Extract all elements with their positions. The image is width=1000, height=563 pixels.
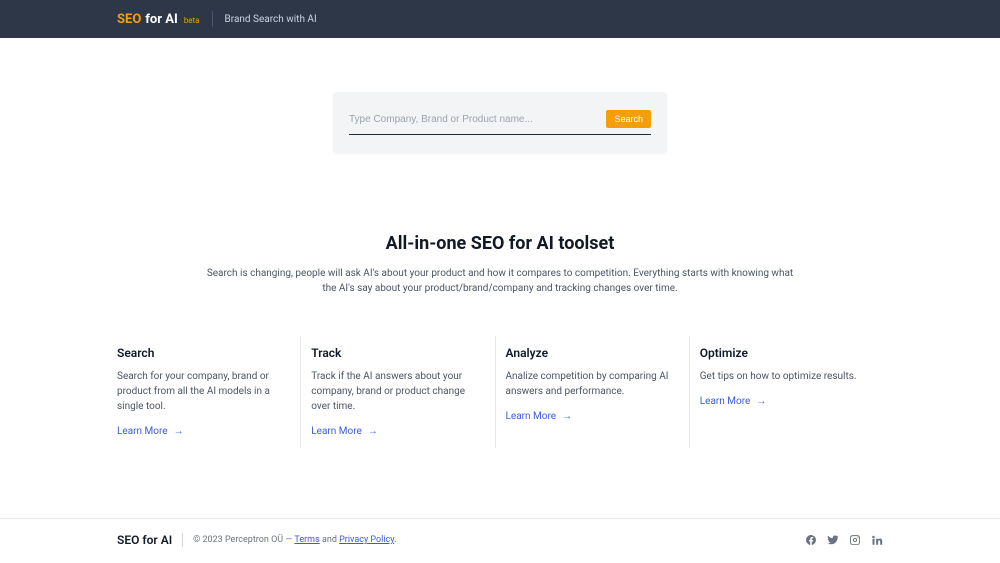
header-divider xyxy=(212,11,213,27)
terms-link[interactable]: Terms xyxy=(294,535,319,545)
feature-desc: Search for your company, brand or produc… xyxy=(117,369,282,414)
arrow-right-icon: → xyxy=(756,396,766,407)
feature-title: Optimize xyxy=(700,346,865,360)
feature-optimize: Optimize Get tips on how to optimize res… xyxy=(690,336,883,448)
search-input[interactable] xyxy=(349,114,598,125)
learn-more-link[interactable]: Learn More → xyxy=(506,411,573,422)
arrow-right-icon: → xyxy=(174,426,184,437)
feature-title: Search xyxy=(117,346,282,360)
feature-desc: Analize competition by comparing AI answ… xyxy=(506,369,671,399)
learn-more-link[interactable]: Learn More → xyxy=(700,396,767,407)
feature-track: Track Track if the AI answers about your… xyxy=(301,336,495,448)
learn-more-link[interactable]: Learn More → xyxy=(117,426,184,437)
logo-beta-badge: beta xyxy=(184,16,200,25)
features-heading: All-in-one SEO for AI toolset Search is … xyxy=(0,153,1000,296)
logo-seo: SEO xyxy=(117,12,141,27)
footer-socials xyxy=(805,534,883,546)
learn-more-label: Learn More xyxy=(117,426,168,437)
copyright-and: and xyxy=(320,535,339,545)
linkedin-icon[interactable] xyxy=(871,534,883,546)
search-button[interactable]: Search xyxy=(606,110,651,128)
facebook-icon[interactable] xyxy=(805,534,817,546)
header: SEO for AI beta Brand Search with AI xyxy=(0,0,1000,38)
copyright-prefix: © 2023 Perceptron OÜ — xyxy=(193,535,294,545)
instagram-icon[interactable] xyxy=(849,534,861,546)
arrow-right-icon: → xyxy=(368,426,378,437)
search-row: Search xyxy=(349,110,651,135)
footer-left: SEO for AI © 2023 Perceptron OÜ — Terms … xyxy=(117,533,396,547)
copyright-period: . xyxy=(394,535,396,545)
search-card: Search xyxy=(333,92,667,153)
feature-desc: Get tips on how to optimize results. xyxy=(700,369,865,384)
footer-copyright: © 2023 Perceptron OÜ — Terms and Privacy… xyxy=(193,535,396,545)
arrow-right-icon: → xyxy=(562,411,572,422)
privacy-link[interactable]: Privacy Policy xyxy=(339,535,394,545)
footer-brand: SEO for AI xyxy=(117,533,172,547)
header-tagline: Brand Search with AI xyxy=(225,14,317,25)
section-title: All-in-one SEO for AI toolset xyxy=(200,233,800,254)
feature-desc: Track if the AI answers about your compa… xyxy=(311,369,476,414)
section-subtitle: Search is changing, people will ask AI's… xyxy=(200,266,800,296)
feature-search: Search Search for your company, brand or… xyxy=(117,336,301,448)
learn-more-link[interactable]: Learn More → xyxy=(311,426,378,437)
logo-forai: for AI xyxy=(145,12,178,27)
footer: SEO for AI © 2023 Perceptron OÜ — Terms … xyxy=(0,518,1000,561)
footer-divider xyxy=(182,533,183,547)
feature-analyze: Analyze Analize competition by comparing… xyxy=(496,336,690,448)
features-grid: Search Search for your company, brand or… xyxy=(0,296,1000,448)
hero: Search xyxy=(0,38,1000,153)
feature-title: Analyze xyxy=(506,346,671,360)
learn-more-label: Learn More xyxy=(506,411,557,422)
logo[interactable]: SEO for AI beta xyxy=(117,12,200,27)
feature-title: Track xyxy=(311,346,476,360)
twitter-icon[interactable] xyxy=(827,534,839,546)
learn-more-label: Learn More xyxy=(311,426,362,437)
learn-more-label: Learn More xyxy=(700,396,751,407)
